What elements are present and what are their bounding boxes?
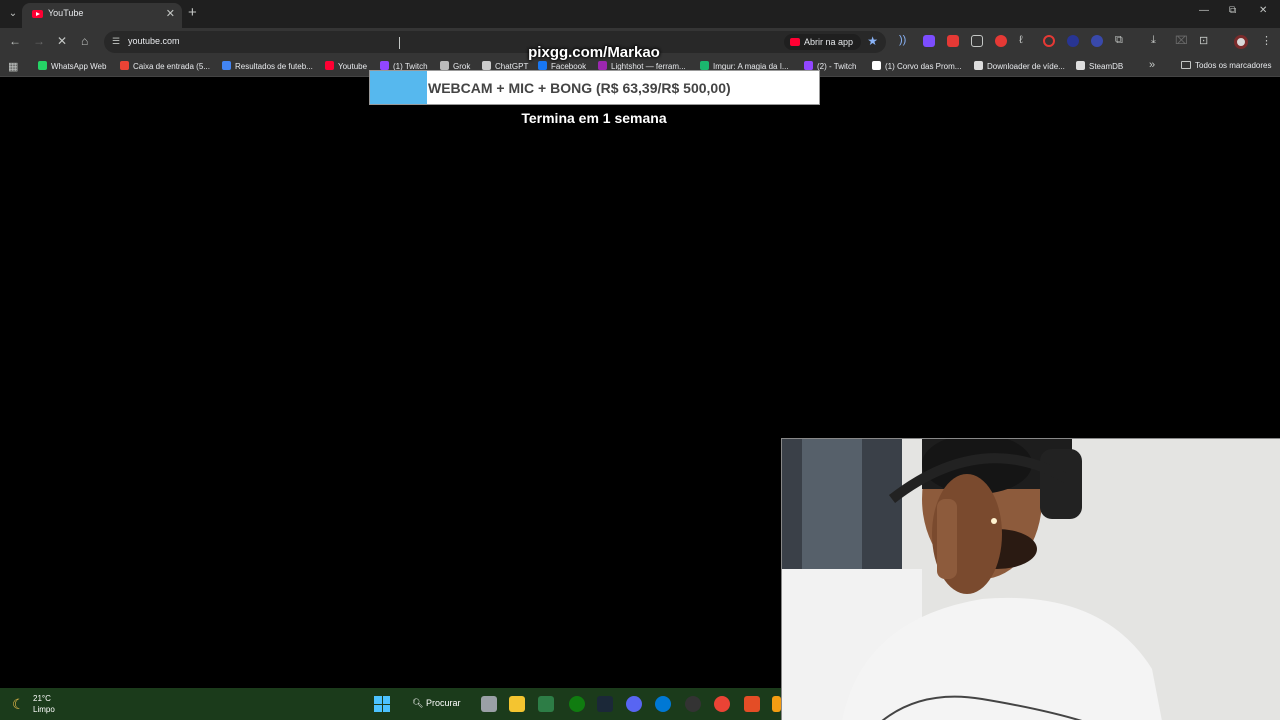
goal-ends-in: Termina em 1 semana	[521, 110, 667, 126]
new-tab-button[interactable]: +	[188, 4, 197, 21]
windows-start-icon[interactable]	[374, 696, 390, 712]
close-window-button[interactable]: ✕	[1259, 5, 1267, 16]
discord-icon[interactable]	[626, 696, 642, 712]
imgur-icon	[700, 61, 709, 70]
bookmark-downloader[interactable]: Downloader de víde...	[974, 61, 1065, 71]
goal-text: WEBCAM + MIC + BONG (R$ 63,39/R$ 500,00)	[428, 80, 731, 96]
bookmark-youtube[interactable]: Youtube	[325, 61, 367, 71]
x-icon	[872, 61, 881, 70]
cast-icon[interactable]: ⊡	[1199, 34, 1208, 47]
taskbar-search-button[interactable]: 🔍︎ Procurar	[412, 698, 460, 709]
xbox-icon[interactable]	[569, 696, 585, 712]
chrome-icon[interactable]	[714, 696, 730, 712]
donation-goal-bar: WEBCAM + MIC + BONG (R$ 63,39/R$ 500,00)	[369, 70, 820, 105]
minimize-button[interactable]: —	[1199, 5, 1209, 16]
apps-grid-icon[interactable]: ▦	[8, 60, 18, 73]
tab-title: YouTube	[48, 8, 84, 18]
donation-url: pixgg.com/Markao	[528, 44, 660, 61]
goal-progress-fill	[370, 71, 427, 104]
restore-button[interactable]: ⧉	[1229, 5, 1236, 16]
tab-search-button[interactable]: ⌄	[5, 6, 21, 22]
weather-condition[interactable]: Limpo	[33, 705, 55, 714]
folder-icon	[1181, 61, 1191, 69]
facebook-icon	[538, 61, 547, 70]
webcam-feed	[781, 438, 1280, 720]
twitch-icon	[380, 61, 389, 70]
obs-icon[interactable]	[685, 696, 701, 712]
bookmark-gmail[interactable]: Caixa de entrada (5...	[120, 61, 210, 71]
edge-icon[interactable]	[655, 696, 671, 712]
steamdb-icon	[1076, 61, 1085, 70]
gmail-icon	[120, 61, 129, 70]
tab-youtube[interactable]: YouTube ✕	[22, 3, 182, 28]
twitch-icon	[804, 61, 813, 70]
menu-kebab-icon[interactable]: ⋮	[1261, 34, 1272, 47]
task-view-icon[interactable]	[481, 696, 497, 712]
moon-weather-icon[interactable]: ☾	[12, 696, 25, 713]
whatsapp-icon	[38, 61, 47, 70]
bookmark-whatsapp[interactable]: WhatsApp Web	[38, 61, 106, 71]
youtube-icon	[325, 61, 334, 70]
chatgpt-icon	[482, 61, 491, 70]
google-icon	[222, 61, 231, 70]
lightshot-icon	[598, 61, 607, 70]
tab-strip: ⌄ YouTube ✕ + — ⧉ ✕	[0, 0, 1280, 28]
store-icon[interactable]	[538, 696, 554, 712]
file-explorer-icon[interactable]	[509, 696, 525, 712]
bookmark-corvo[interactable]: (1) Corvo das Prom...	[872, 61, 961, 71]
steam-icon[interactable]	[597, 696, 613, 712]
tab-close-icon[interactable]: ✕	[166, 7, 175, 20]
streamer-webcam-image	[782, 439, 1280, 720]
youtube-favicon-icon	[32, 10, 43, 18]
weather-temperature[interactable]: 21°C	[33, 694, 51, 703]
download-icon	[974, 61, 983, 70]
bookmark-steamdb[interactable]: SteamDB	[1076, 61, 1123, 71]
bookmark-futebol[interactable]: Resultados de futeb...	[222, 61, 313, 71]
app-red-icon[interactable]	[744, 696, 760, 712]
app-orange-icon[interactable]	[772, 696, 781, 712]
all-bookmarks-folder[interactable]: Todos os marcadores	[1181, 61, 1271, 70]
grok-icon	[440, 61, 449, 70]
profile-avatar[interactable]	[1234, 35, 1248, 49]
windows-taskbar: ☾ 21°C Limpo 🔍︎ Procurar	[0, 688, 781, 720]
